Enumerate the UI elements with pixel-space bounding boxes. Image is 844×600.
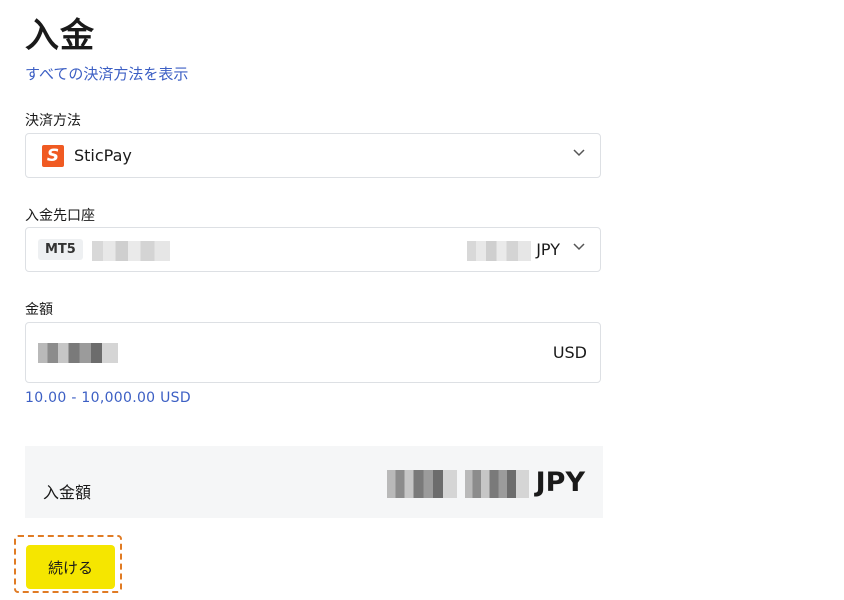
amount-currency: USD <box>552 343 587 362</box>
sticpay-logo-icon: S <box>42 145 64 167</box>
account-select[interactable]: MT5 JPY <box>25 227 601 272</box>
payment-method-select[interactable]: S SticPay <box>25 133 601 178</box>
payment-method-label: 決済方法 <box>25 113 81 129</box>
deposit-summary: 入金額 JPY <box>25 446 603 518</box>
summary-label: 入金額 <box>43 483 92 502</box>
redacted-account-number <box>92 241 170 261</box>
chevron-down-icon <box>573 243 585 251</box>
redacted-amount-value <box>38 343 118 363</box>
continue-button[interactable]: 続ける <box>26 545 115 589</box>
amount-range-hint: 10.00 - 10,000.00 USD <box>25 390 191 406</box>
account-label: 入金先口座 <box>25 208 95 224</box>
page-title: 入金 <box>25 16 95 56</box>
summary-currency: JPY <box>535 467 585 498</box>
show-all-methods-link[interactable]: すべての決済方法を表示 <box>25 63 188 84</box>
payment-method-value: SticPay <box>74 146 132 165</box>
redacted-summary-amount-part1 <box>387 470 457 498</box>
amount-label: 金額 <box>25 302 53 318</box>
platform-badge: MT5 <box>38 239 83 260</box>
amount-input[interactable]: USD <box>25 322 601 383</box>
chevron-down-icon <box>573 149 585 157</box>
redacted-summary-amount-part2 <box>465 470 529 498</box>
account-currency: JPY <box>536 240 560 259</box>
redacted-account-balance <box>467 241 531 261</box>
